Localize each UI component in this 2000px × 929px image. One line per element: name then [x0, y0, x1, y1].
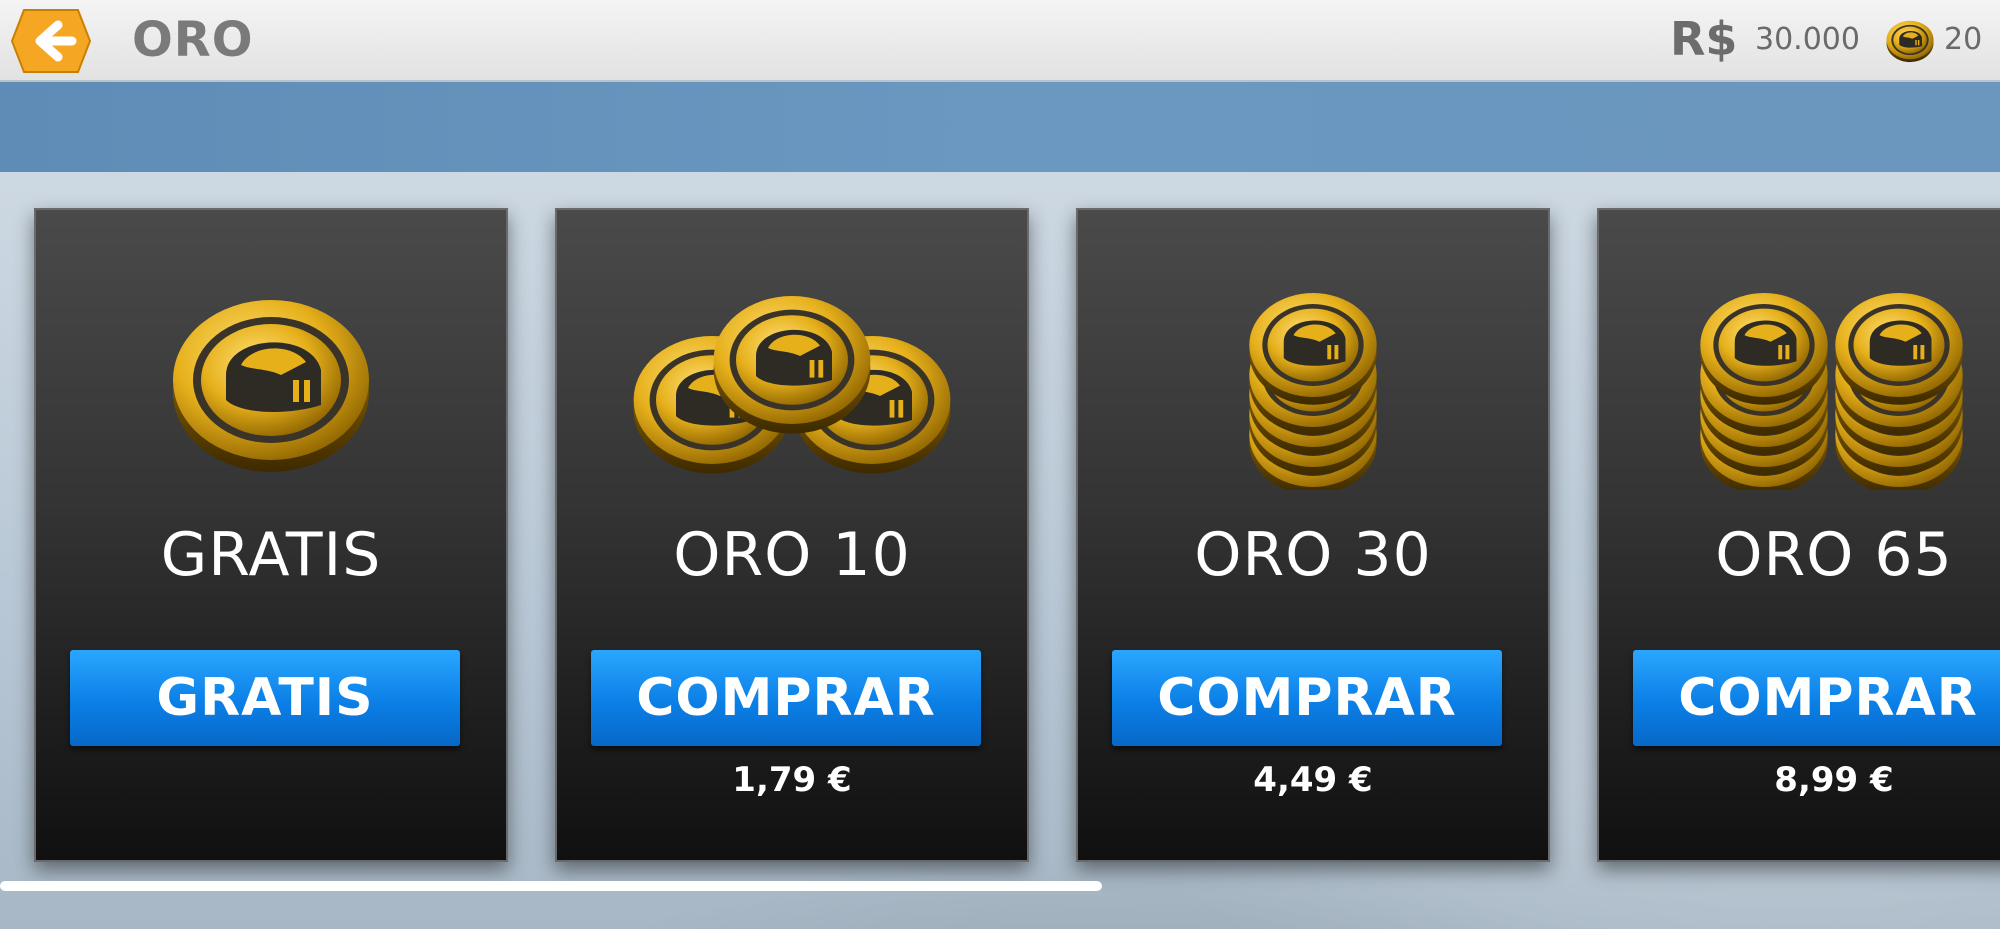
buy-button[interactable]: COMPRAR: [1112, 650, 1502, 746]
three-coins-icon: [557, 270, 1027, 510]
back-arrow-icon: [10, 9, 92, 73]
top-bar: ORO R$ 30.000 20: [0, 0, 2000, 82]
offer-title: ORO 30: [1194, 520, 1432, 590]
gold-amount: 20: [1944, 22, 1983, 57]
offer-price: 1,79 €: [732, 760, 852, 800]
offer-card-oro-10: ORO 10 COMPRAR 1,79 €: [555, 208, 1029, 862]
currency-symbol: R$: [1670, 12, 1738, 66]
offer-card-oro-30: ORO 30 COMPRAR 4,49 €: [1076, 208, 1550, 862]
offer-card-gratis: GRATIS GRATIS: [34, 208, 508, 862]
offer-card-oro-65: ORO 65 COMPRAR 8,99 €: [1597, 208, 2000, 862]
buy-button[interactable]: COMPRAR: [1633, 650, 2000, 746]
page-title: ORO: [132, 12, 254, 68]
offer-title: ORO 10: [673, 520, 911, 590]
coin-stack-icon: [1078, 270, 1548, 510]
horizontal-scrollbar[interactable]: [0, 881, 1102, 891]
background-band: [0, 82, 2000, 172]
gold-coin-icon: [1886, 16, 1934, 64]
offer-price: 8,99 €: [1774, 760, 1894, 800]
offer-price: 4,49 €: [1253, 760, 1373, 800]
back-button[interactable]: [10, 8, 92, 74]
two-coin-stacks-icon: [1599, 270, 2000, 510]
free-button[interactable]: GRATIS: [70, 650, 460, 746]
single-coin-icon: [36, 270, 506, 510]
cash-amount: 30.000: [1755, 22, 1860, 57]
buy-button[interactable]: COMPRAR: [591, 650, 981, 746]
offer-title: GRATIS: [160, 520, 382, 590]
offer-title: ORO 65: [1715, 520, 1953, 590]
